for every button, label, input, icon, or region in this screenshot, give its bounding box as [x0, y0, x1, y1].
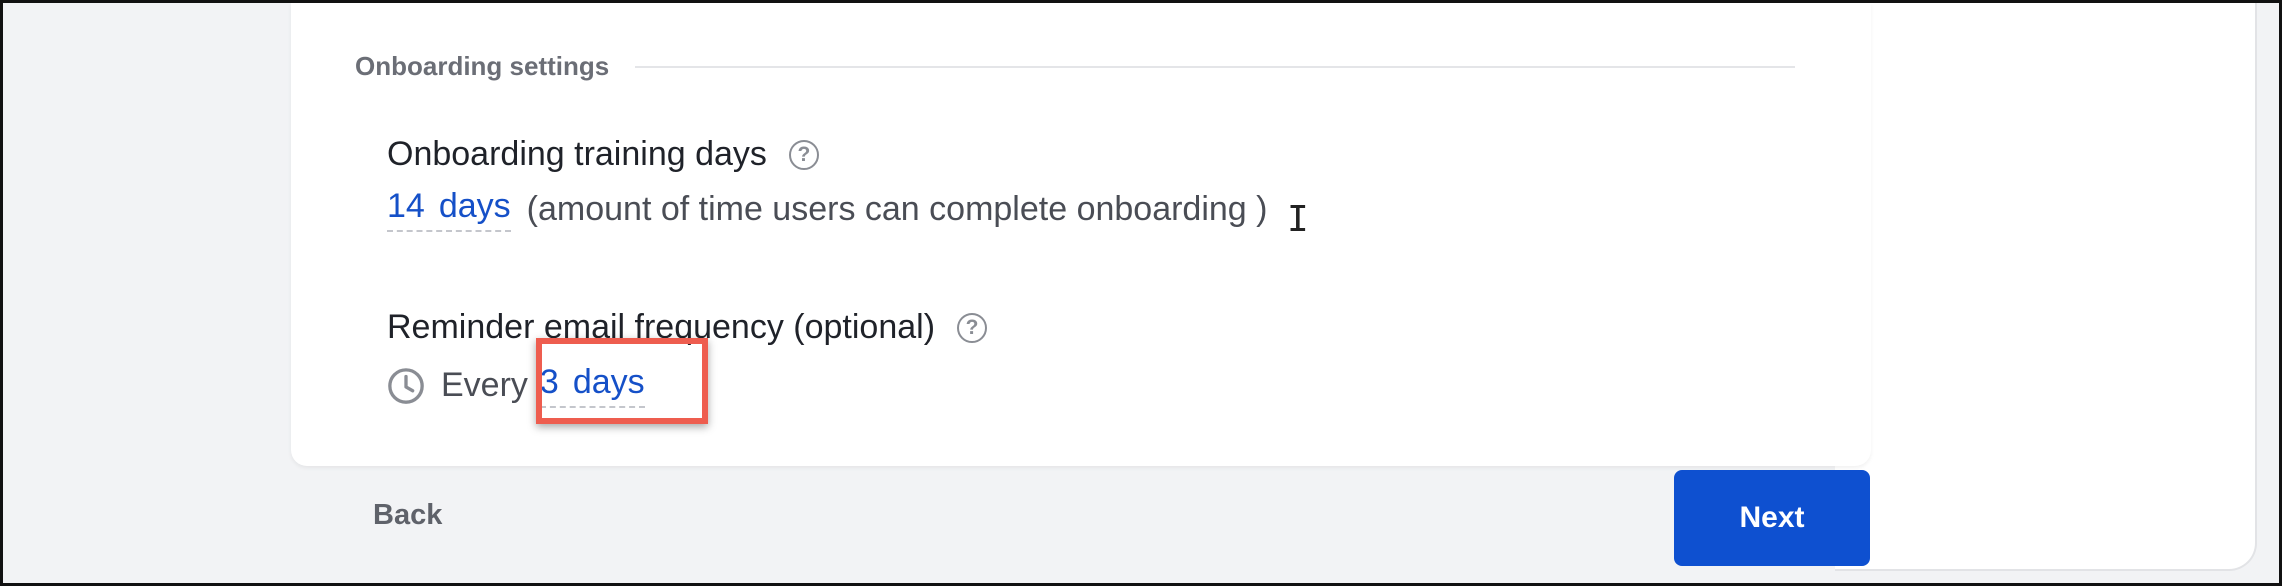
training-days-label-row: Onboarding training days ? [387, 135, 819, 174]
training-days-value-row: 14 days (amount of time users can complet… [387, 187, 1267, 232]
training-days-description: (amount of time users can complete onboa… [526, 190, 1268, 228]
question-circle-icon[interactable]: ? [957, 312, 988, 343]
reminder-frequency-label: Reminder email frequency (optional) [387, 308, 936, 346]
clock-icon [388, 367, 424, 404]
text-cursor-icon: I [1287, 199, 1309, 240]
training-days-number: 14 [387, 187, 425, 225]
reminder-label-row: Reminder email frequency (optional) ? [387, 308, 988, 347]
training-days-input[interactable]: 14 days [387, 187, 511, 232]
reminder-unit: days [572, 363, 645, 401]
side-panel [1835, 3, 2257, 571]
next-button[interactable]: Next [1674, 470, 1870, 566]
training-days-label: Onboarding training days [387, 135, 767, 173]
training-days-unit: days [438, 187, 511, 225]
section-title: Onboarding settings [355, 51, 610, 81]
section-header: Onboarding settings [355, 51, 1795, 82]
reminder-value-row: Every 3 days [387, 363, 645, 408]
back-button[interactable]: Back [373, 499, 442, 532]
reminder-number: 3 [539, 363, 559, 401]
reminder-prefix: Every [441, 366, 528, 404]
section-divider [635, 65, 1795, 68]
settings-card: Onboarding settings Onboarding training … [291, 3, 1871, 466]
app-frame: Onboarding settings Onboarding training … [0, 0, 2282, 586]
question-circle-icon[interactable]: ? [788, 139, 819, 170]
reminder-frequency-input[interactable]: 3 days [539, 363, 645, 408]
